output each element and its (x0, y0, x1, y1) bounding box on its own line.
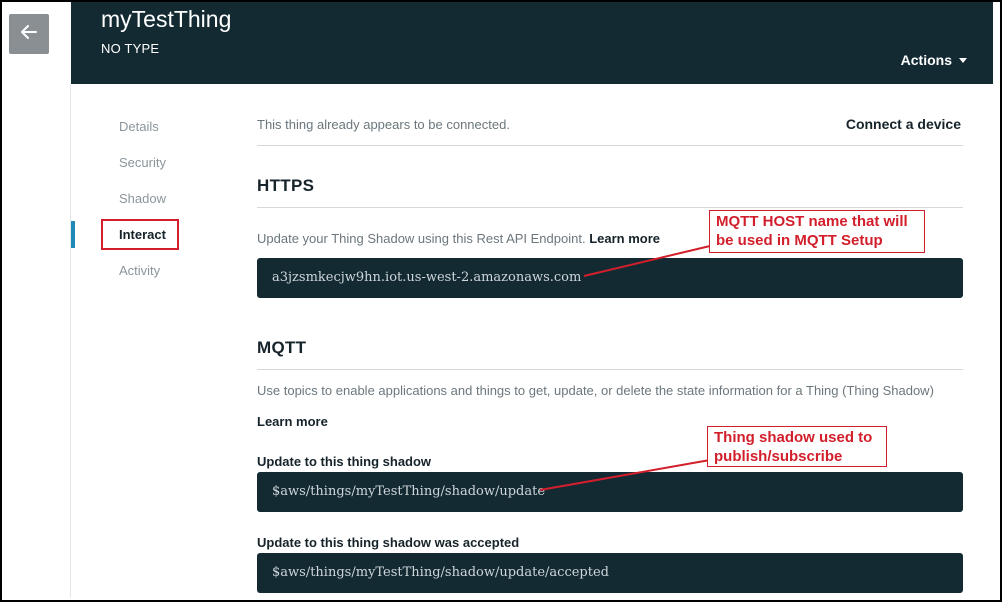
annotation-thing-shadow: Thing shadow used to publish/subscribe (707, 426, 887, 467)
topic-label-accepted: Update to this thing shadow was accepted (257, 535, 520, 550)
mqtt-section-title: MQTT (257, 338, 307, 357)
page-header: myTestThing NO TYPE Actions (71, 2, 993, 84)
rest-endpoint-box[interactable]: a3jzsmkecjw9hn.iot.us-west-2.amazonaws.c… (257, 258, 963, 298)
connect-device-link[interactable]: Connect a device (846, 116, 961, 132)
left-gutter (2, 2, 70, 598)
topic-box-update[interactable]: $aws/things/myTestThing/shadow/update (257, 472, 963, 512)
mqtt-description-text: Use topics to enable applications and th… (257, 383, 934, 398)
back-button[interactable] (9, 14, 49, 54)
sidebar-item-activity[interactable]: Activity (119, 263, 160, 278)
divider (257, 369, 963, 370)
sidebar-item-interact[interactable]: Interact (119, 227, 166, 242)
actions-dropdown[interactable]: Actions (901, 52, 967, 68)
chevron-down-icon (959, 57, 967, 63)
https-learn-more-link[interactable]: Learn more (589, 231, 660, 246)
divider (257, 207, 963, 208)
annotation-mqtt-host: MQTT HOST name that will be used in MQTT… (709, 210, 925, 253)
actions-label: Actions (900, 52, 952, 68)
topic-label-update: Update to this thing shadow (257, 454, 432, 469)
sidebar-item-security[interactable]: Security (119, 155, 166, 170)
content-divider (70, 84, 71, 598)
active-indicator (71, 221, 75, 248)
mqtt-learn-more-link[interactable]: Learn more (257, 414, 328, 429)
topic-box-accepted[interactable]: $aws/things/myTestThing/shadow/update/ac… (257, 553, 963, 593)
https-description: Update your Thing Shadow using this Rest… (257, 223, 660, 254)
sidebar-item-details[interactable]: Details (119, 119, 159, 134)
divider (257, 145, 963, 146)
right-gutter (993, 2, 998, 598)
https-section-title: HTTPS (257, 176, 315, 195)
https-description-text: Update your Thing Shadow using this Rest… (257, 231, 586, 246)
arrow-left-icon (21, 24, 37, 44)
sidebar-item-shadow[interactable]: Shadow (119, 191, 166, 206)
connection-status-text: This thing already appears to be connect… (257, 117, 510, 132)
thing-type-label: NO TYPE (101, 41, 160, 56)
page-title: myTestThing (101, 6, 232, 32)
